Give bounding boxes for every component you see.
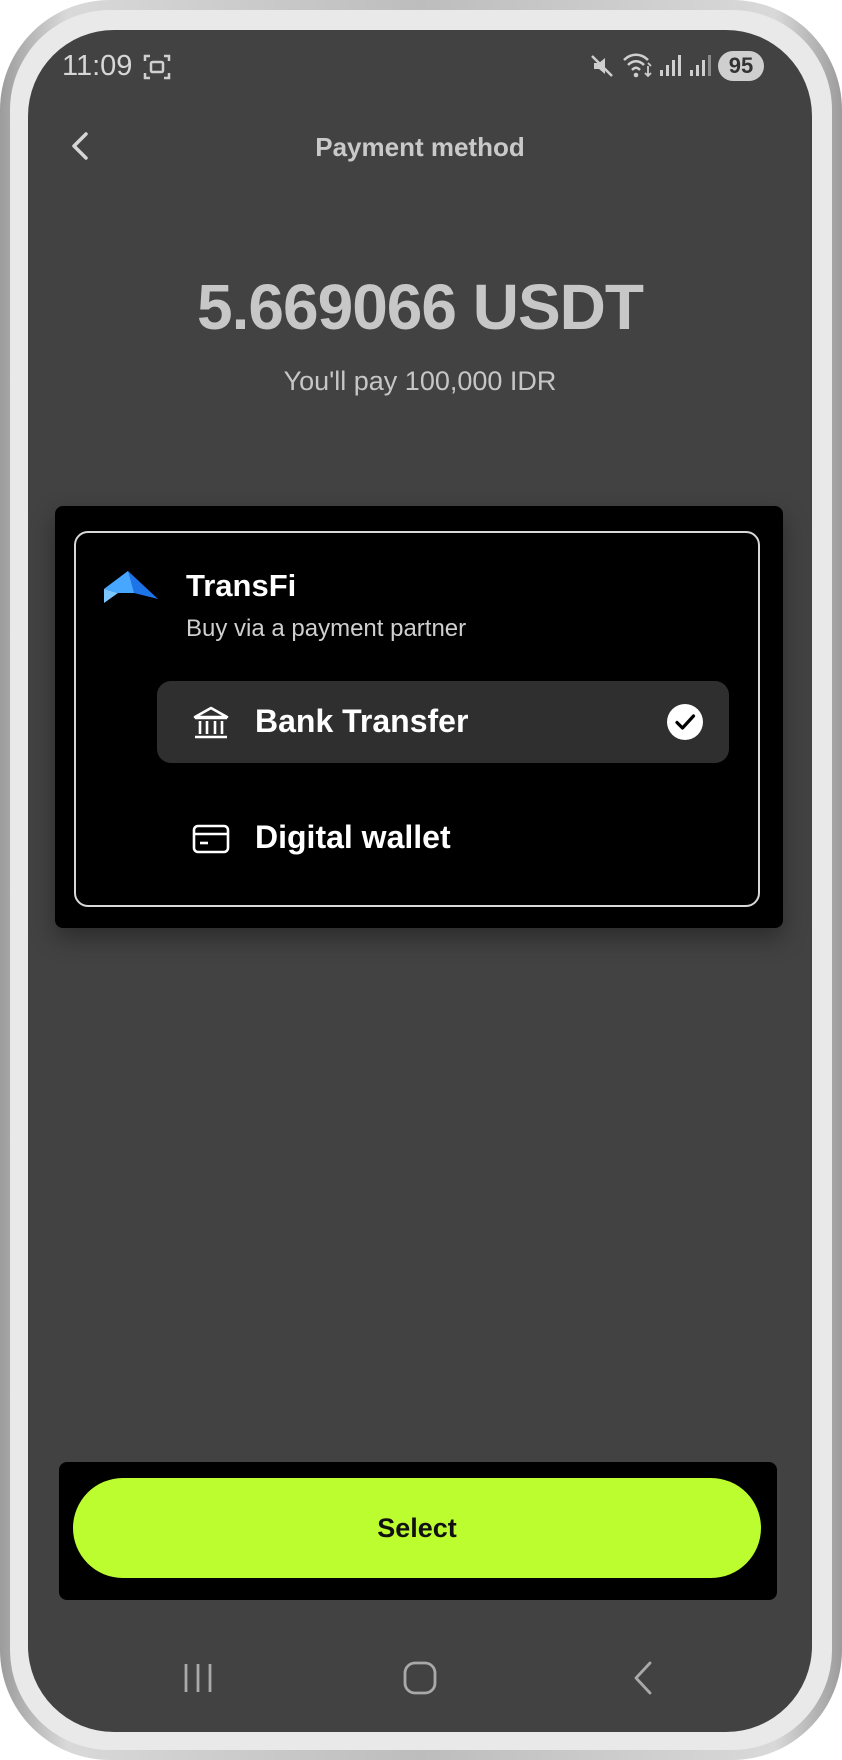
check-circle-icon	[667, 704, 703, 740]
option-digital-wallet[interactable]: Digital wallet	[157, 797, 729, 879]
provider-card-selected-border[interactable]: TransFi Buy via a payment partner Bank T…	[74, 531, 760, 907]
status-time: 11:09	[62, 50, 133, 82]
bank-icon	[193, 706, 229, 739]
battery-level: 95	[718, 51, 764, 81]
crypto-amount: 5.669066 USDT	[197, 271, 644, 343]
system-nav-bar	[28, 1648, 812, 1718]
provider-name: TransFi	[186, 568, 297, 603]
screenshot-icon	[143, 54, 171, 80]
recent-apps-icon[interactable]	[178, 1658, 218, 1698]
provider-description: Buy via a payment partner	[186, 615, 467, 642]
signal-icon	[690, 55, 711, 76]
option-label: Digital wallet	[255, 819, 451, 855]
home-icon[interactable]	[400, 1658, 440, 1698]
option-label: Bank Transfer	[255, 703, 469, 739]
bottom-action-bar: Select	[59, 1462, 777, 1600]
wallet-card-icon	[192, 824, 230, 854]
transfi-logo-icon	[104, 571, 158, 603]
phone-screen: 11:09 95 Payment method 5.669066 USDT Yo…	[28, 30, 812, 1732]
signal-icon	[660, 55, 681, 76]
provider-card: TransFi Buy via a payment partner Bank T…	[55, 506, 783, 928]
back-icon[interactable]	[624, 1658, 664, 1698]
wifi-icon	[623, 53, 652, 78]
select-button[interactable]: Select	[73, 1478, 761, 1578]
option-bank-transfer[interactable]: Bank Transfer	[157, 681, 729, 763]
status-bar: 11:09 95	[28, 30, 812, 102]
fiat-pay-text: You'll pay 100,000 IDR	[283, 366, 557, 396]
page-title: Payment method	[315, 132, 525, 162]
mute-icon	[591, 55, 613, 77]
